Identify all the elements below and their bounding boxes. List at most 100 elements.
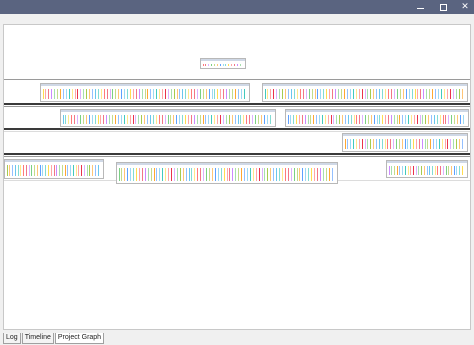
graph-node-strip [69,89,70,99]
graph-node-strip [179,115,180,124]
maximize-button[interactable] [432,0,454,14]
graph-node-strip [446,166,447,175]
graph-node-strip [396,139,397,149]
graph-node[interactable] [386,160,468,178]
graph-node-strip [247,168,248,181]
graph-node-strip [188,115,189,124]
graph-node-strip [454,166,455,175]
graph-node-strip [124,115,125,124]
graph-node-strip [293,115,294,124]
graph-node[interactable] [285,109,469,127]
graph-node-strip [385,139,386,149]
graph-node-strip [387,139,388,149]
graph-node-strip [415,89,416,99]
graph-node-strip [419,139,420,149]
graph-node-strip [351,115,352,124]
graph-node[interactable] [40,83,250,102]
graph-node-strip [385,89,386,99]
tab-timeline[interactable]: Timeline [21,333,54,344]
graph-node-strip [311,168,312,181]
graph-node[interactable] [262,83,468,102]
graph-node-strip [403,89,404,99]
graph-node-strip [394,89,395,99]
graph-node-strip [317,89,318,99]
graph-node-strip [294,89,295,99]
graph-node-strip [443,166,444,175]
graph-node-strip [203,64,204,66]
graph-node-strip [141,115,142,124]
graph-node-strip [42,165,43,176]
graph-node-strip [362,89,363,99]
project-graph-canvas[interactable] [3,24,471,330]
graph-node-strip [426,89,427,99]
graph-node-strip [453,139,454,149]
graph-node-strip [235,89,236,99]
graph-node-strip [359,89,360,99]
graph-node-strip [156,115,157,124]
graph-node-strip [133,168,134,181]
graph-node-strip [365,139,366,149]
graph-node-strip [341,89,342,99]
graph-node-strip [302,168,303,181]
graph-node-strip [139,89,140,99]
graph-node-strip [23,165,24,176]
graph-node-strip [377,115,378,124]
graph-node-strip [462,166,463,175]
graph-node-strip [267,115,268,124]
graph-node-strip [290,115,291,124]
graph-node-strip [103,115,104,124]
graph-node-strip [394,166,395,175]
graph-node-strip [408,115,409,124]
graph-node-strip [168,168,169,181]
graph-node-strip [112,89,113,99]
graph-node[interactable] [116,162,338,184]
graph-node-strip [328,115,329,124]
graph-node-strip [144,115,145,124]
tab-project-graph[interactable]: Project Graph [54,333,105,344]
graph-node-strip [217,89,218,99]
graph-node-strip [179,89,180,99]
graph-node-strip [74,115,75,124]
graph-node-strip [368,115,369,124]
graph-node-strip [203,168,204,181]
graph-node-strip [51,89,52,99]
graph-node-strip [51,165,52,176]
graph-node-strip [370,89,371,99]
graph-node[interactable] [200,58,246,69]
graph-node-strip [294,168,295,181]
graph-node[interactable] [60,109,276,127]
graph-node-strip [258,115,259,124]
graph-node-strip [303,89,304,99]
graph-node-strip [191,89,192,99]
minimize-button[interactable] [409,0,431,14]
graph-node-strip [191,168,192,181]
graph-node-strip [118,89,119,99]
graph-node-strip [73,165,74,176]
graph-node-strip [437,166,438,175]
graph-node-strip [89,115,90,124]
graph-node[interactable] [342,133,468,152]
graph-node-strip [413,166,414,175]
graph-node-strip [60,89,61,99]
graph-node-strip [77,89,78,99]
graph-node-strip [235,115,236,124]
graph-node-strip [115,89,116,99]
graph-node-strip [136,89,137,99]
graph-node-strip [252,115,253,124]
close-button[interactable]: ✕ [454,0,474,14]
graph-node-strip [244,168,245,181]
graph-node-strip [379,139,380,149]
graph-node-strip [45,165,46,176]
graph-node-strip [451,115,452,124]
graph-node-strip [208,115,209,124]
graph-node-strip [75,89,76,99]
graph-node-strip [382,139,383,149]
close-icon: ✕ [461,2,469,12]
tab-log[interactable]: Log [3,333,21,344]
graph-node[interactable] [4,159,104,179]
graph-node-strip [305,168,306,181]
graph-node-strip [365,89,366,99]
graph-node-strip [182,89,183,99]
graph-node-strip [232,89,233,99]
graph-node-strip [416,166,417,175]
